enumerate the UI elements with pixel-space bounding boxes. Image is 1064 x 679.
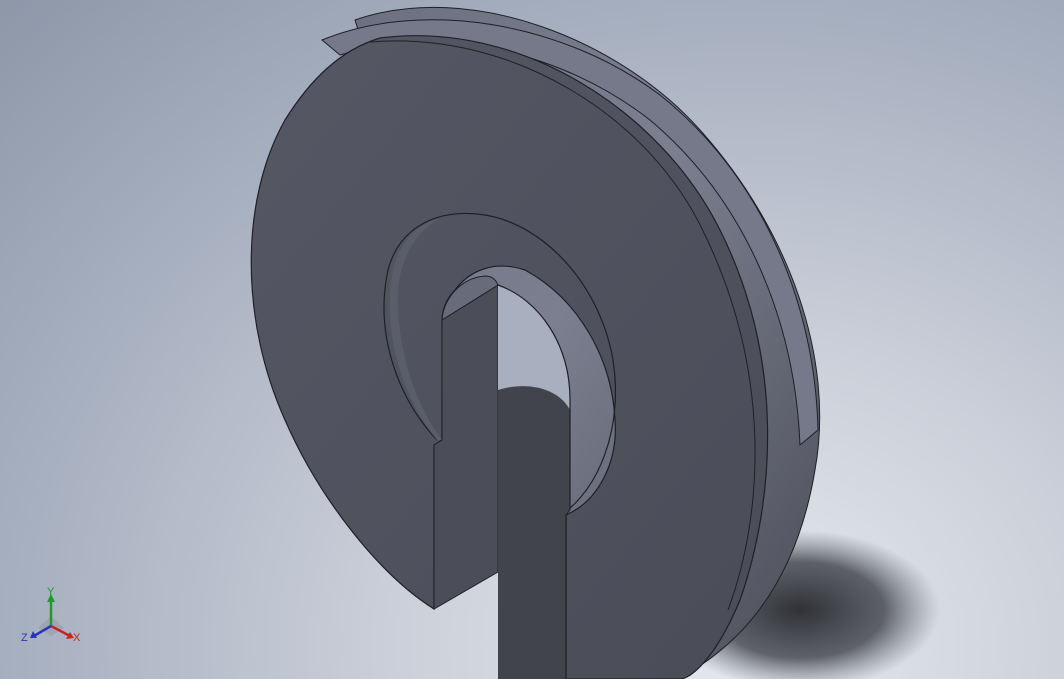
slot-left-wall bbox=[433, 284, 499, 610]
model-scene[interactable] bbox=[0, 0, 1064, 679]
triad-z-label: Z bbox=[21, 632, 28, 644]
triad-x-label: X bbox=[73, 632, 81, 644]
graphics-viewport[interactable]: Y X Z bbox=[0, 0, 1064, 679]
triad-y-label: Y bbox=[47, 586, 55, 598]
coordinate-triad: Y X Z bbox=[21, 586, 81, 644]
bore-shadow bbox=[498, 386, 570, 679]
